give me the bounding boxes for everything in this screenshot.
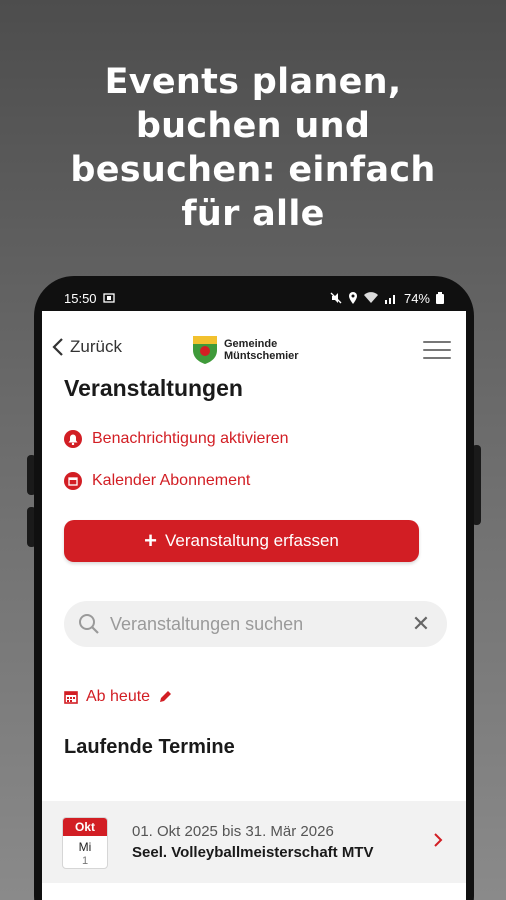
plus-icon: + — [144, 528, 157, 553]
page-title: Veranstaltungen — [64, 375, 243, 401]
headline-line-4: für alle — [181, 194, 325, 234]
search-bar: ✕ — [64, 601, 447, 647]
notification-label: Benachrichtigung aktivieren — [92, 430, 289, 447]
logo-line-2: Müntschemier — [224, 350, 299, 362]
date-badge: Okt Mi 1 — [62, 817, 108, 869]
section-title: Laufende Termine — [64, 736, 235, 758]
add-event-label: Veranstaltung erfassen — [164, 531, 339, 550]
calendar-label: Kalender Abonnement — [92, 472, 251, 489]
calendar-icon — [64, 691, 78, 704]
bell-icon — [64, 430, 82, 448]
chevron-left-icon — [52, 338, 63, 356]
notification-activate-link[interactable]: Benachrichtigung aktivieren — [64, 430, 289, 448]
status-bar: 15:50 74% — [42, 286, 466, 310]
top-bar: Zurück Gemeinde Müntschemier — [42, 333, 466, 369]
calendar-circle-icon — [64, 472, 82, 490]
headline-line-2: buchen und — [135, 106, 371, 146]
location-icon — [348, 292, 357, 304]
wifi-icon — [363, 292, 378, 303]
search-icon — [79, 614, 99, 634]
signal-icon — [384, 295, 395, 304]
logo-text: Gemeinde Müntschemier — [224, 338, 299, 362]
app-screen: Zurück Gemeinde Müntschemier Veranstaltu… — [42, 311, 466, 900]
headline-line-3: besuchen: einfach — [70, 150, 436, 190]
search-input[interactable] — [110, 613, 409, 635]
headline: Events planen, buchen und besuchen: einf… — [0, 60, 506, 236]
mute-icon — [330, 292, 342, 304]
event-title: Seel. Volleyballmeisterschaft MTV — [132, 844, 374, 861]
clear-search-icon[interactable]: ✕ — [409, 611, 433, 637]
add-event-button[interactable]: + Veranstaltung erfassen — [64, 520, 419, 562]
screenshot-icon — [102, 293, 115, 303]
event-day: 1 — [81, 855, 89, 867]
headline-line-1: Events planen, — [104, 62, 402, 102]
calendar-subscription-link[interactable]: Kalender Abonnement — [64, 472, 250, 490]
date-filter[interactable]: Ab heute — [64, 688, 172, 706]
event-list-item[interactable]: Okt Mi 1 01. Okt 2025 bis 31. Mär 2026 S… — [42, 801, 466, 883]
chevron-right-icon — [433, 831, 443, 852]
logo-line-1: Gemeinde — [224, 338, 278, 350]
hamburger-icon[interactable] — [423, 341, 451, 361]
battery-percent: 74% — [403, 290, 430, 306]
battery-icon — [436, 292, 444, 304]
status-time: 15:50 — [64, 290, 97, 306]
event-month: Okt — [63, 818, 107, 836]
back-label: Zurück — [70, 337, 122, 356]
pencil-icon[interactable] — [158, 690, 172, 704]
event-weekday: Mi — [78, 840, 92, 854]
back-button[interactable]: Zurück — [52, 337, 122, 357]
filter-label: Ab heute — [86, 688, 151, 705]
coat-of-arms-icon — [193, 336, 217, 364]
event-date-range: 01. Okt 2025 bis 31. Mär 2026 — [132, 823, 334, 840]
municipality-logo[interactable]: Gemeinde Müntschemier — [192, 335, 299, 365]
